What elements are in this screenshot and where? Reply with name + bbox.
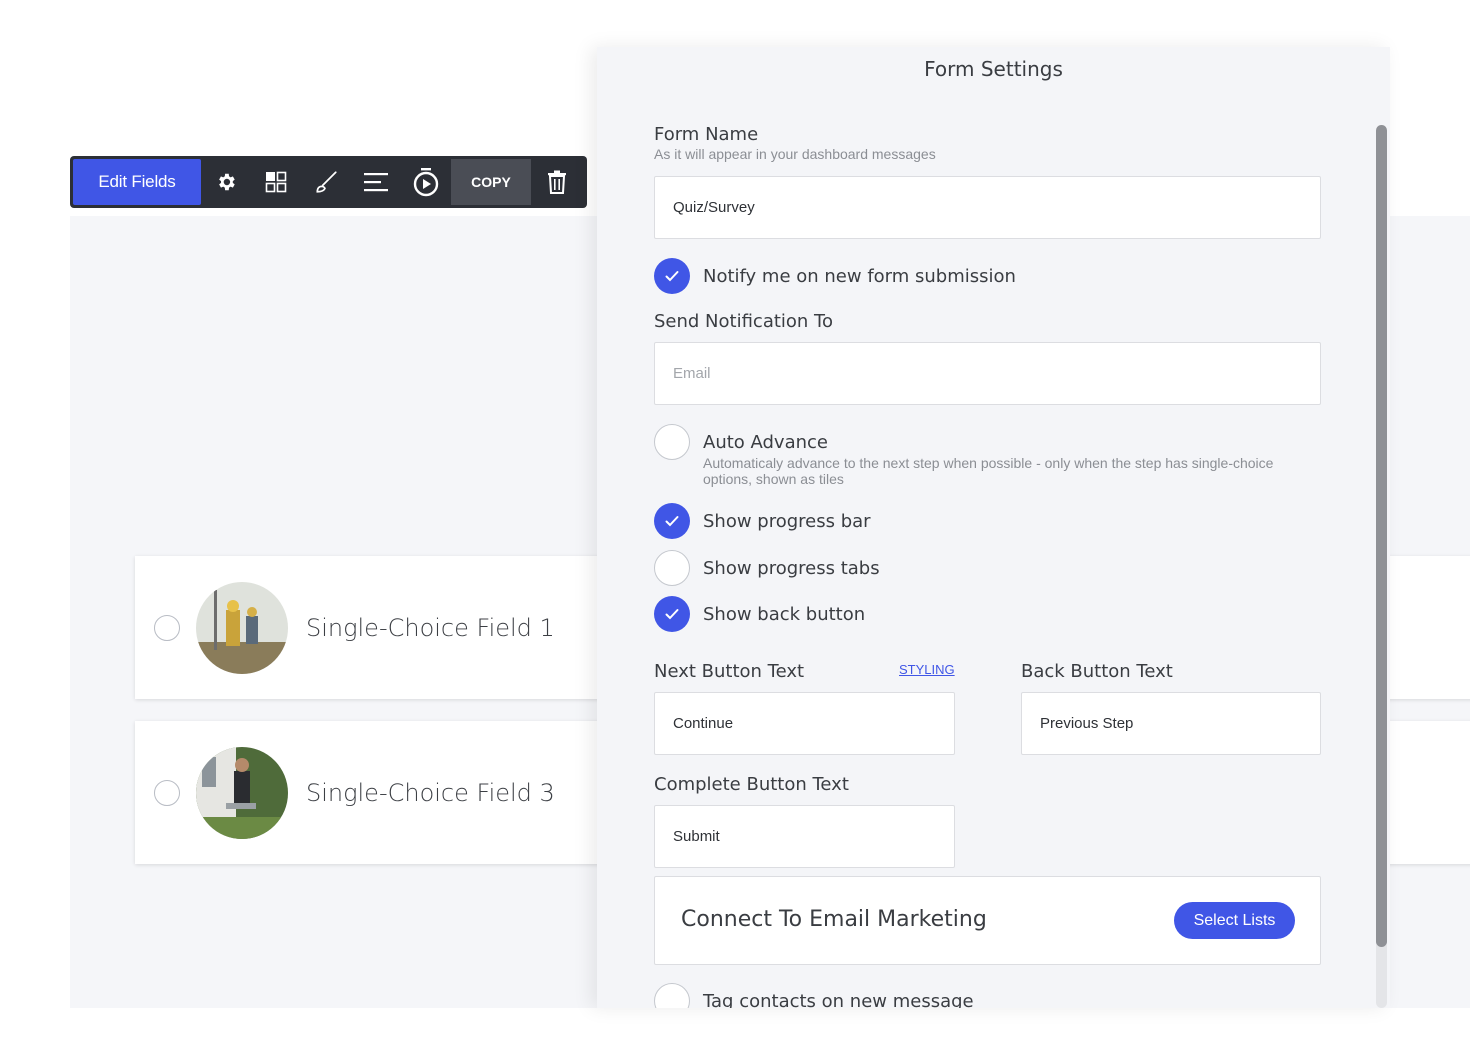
auto-advance-checkbox[interactable] (654, 424, 690, 460)
complete-button-text-input[interactable]: Submit (654, 805, 955, 868)
progress-bar-label: Show progress bar (703, 511, 871, 532)
form-name-label: Form Name (654, 124, 759, 145)
choice-label: Single-Choice Field 3 (306, 778, 555, 807)
gear-icon[interactable] (201, 159, 251, 205)
styling-link[interactable]: STYLING (899, 662, 955, 677)
check-icon (665, 609, 679, 620)
progress-bar-checkbox[interactable] (654, 503, 690, 539)
scrollbar-thumb[interactable] (1376, 125, 1387, 947)
check-icon (665, 271, 679, 282)
send-notification-label: Send Notification To (654, 311, 834, 332)
layout-icon[interactable] (251, 159, 301, 205)
back-button-checkbox[interactable] (654, 596, 690, 632)
back-button-text-label: Back Button Text (1021, 661, 1173, 682)
next-button-text-label: Next Button Text (654, 661, 805, 682)
email-marketing-title: Connect To Email Marketing (681, 907, 987, 932)
progress-tabs-checkbox[interactable] (654, 550, 690, 586)
edit-fields-button[interactable]: Edit Fields (73, 159, 201, 205)
choice-image (196, 746, 288, 839)
field-toolbar: Edit Fields COPY (70, 156, 587, 208)
app-stage: Edit Fields COPY Single-Choice Field 1 S… (0, 0, 1470, 1050)
align-icon[interactable] (351, 159, 401, 205)
back-button-label: Show back button (703, 604, 866, 625)
panel-title: Form Settings (924, 57, 1063, 81)
form-name-input[interactable]: Quiz/Survey (654, 176, 1321, 239)
next-button-text-input[interactable]: Continue (654, 692, 955, 755)
form-settings-panel: Form Settings Form Name As it will appea… (597, 47, 1390, 1008)
choice-image (196, 581, 288, 674)
auto-advance-label: Auto Advance (703, 432, 828, 453)
select-lists-button[interactable]: Select Lists (1174, 902, 1295, 939)
email-marketing-card: Connect To Email Marketing Select Lists (654, 876, 1321, 965)
timer-icon[interactable] (401, 159, 451, 205)
brush-icon[interactable] (301, 159, 351, 205)
notify-checkbox[interactable] (654, 258, 690, 294)
check-icon (665, 516, 679, 527)
trash-icon[interactable] (531, 159, 583, 205)
tag-contacts-checkbox[interactable] (654, 983, 690, 1008)
notify-label: Notify me on new form submission (703, 266, 1016, 287)
copy-button[interactable]: COPY (451, 159, 531, 205)
auto-advance-hint: Automaticaly advance to the next step wh… (703, 455, 1274, 487)
choice-label: Single-Choice Field 1 (306, 613, 555, 642)
choice-radio[interactable] (154, 614, 180, 641)
choice-radio[interactable] (154, 779, 180, 806)
complete-button-text-label: Complete Button Text (654, 774, 849, 795)
progress-tabs-label: Show progress tabs (703, 558, 880, 579)
form-name-hint: As it will appear in your dashboard mess… (654, 146, 936, 162)
email-field[interactable]: Email (654, 342, 1321, 405)
back-button-text-input[interactable]: Previous Step (1021, 692, 1321, 755)
tag-contacts-label: Tag contacts on new message (703, 991, 974, 1008)
